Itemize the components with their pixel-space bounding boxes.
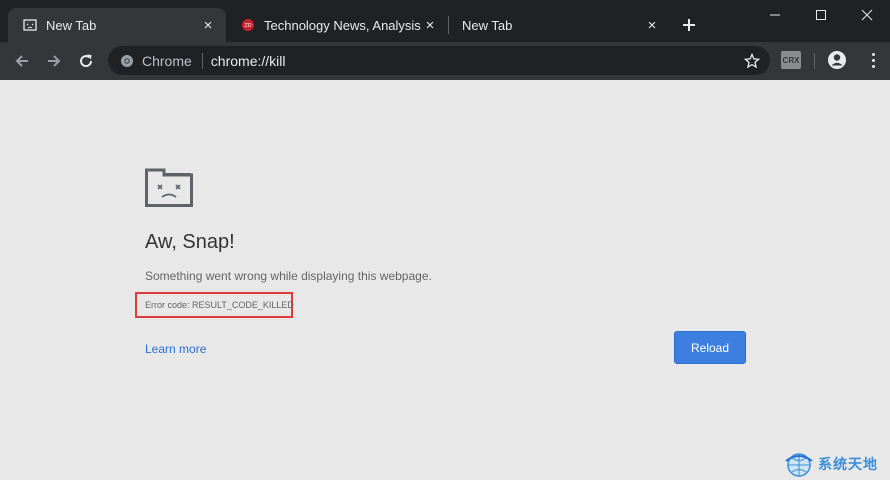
tab-title: New Tab [46,17,97,33]
reload-icon [80,54,93,68]
minimize-icon [770,14,780,16]
browser-toolbar: Chrome chrome://kill CRX [0,42,890,80]
reload-page-button[interactable] [73,48,99,74]
maximize-button[interactable] [798,0,844,30]
error-code: Error code: RESULT_CODE_KILLED [145,300,294,310]
forward-arrow-icon [48,55,61,67]
close-icon [861,9,873,21]
omnibox-divider [201,52,203,69]
sad-tab-page: Aw, Snap! Something went wrong while dis… [0,80,890,480]
omnibox[interactable]: Chrome chrome://kill [108,46,770,75]
globe-logo-icon [785,453,813,477]
bookmark-star-button[interactable] [742,51,762,71]
watermark-text: 系统天地 [818,456,878,472]
tab-close-icon[interactable]: × [422,17,438,34]
tab-close-icon[interactable]: × [644,17,660,34]
tab-title: Technology News, Analysis, C [264,17,422,33]
tab-new-tab-active[interactable]: New Tab × [8,8,226,42]
url-text[interactable]: chrome://kill [211,53,742,69]
plus-icon [683,19,695,31]
tab-technology-news[interactable]: ZD Technology News, Analysis, C × [226,8,448,42]
tab-strip: New Tab × ZD Technology News, Analysis, … [0,0,890,42]
tab-close-icon[interactable]: × [200,17,216,34]
learn-more-link[interactable]: Learn more [145,342,206,356]
error-message: Something went wrong while displaying th… [145,269,432,283]
maximize-icon [816,10,826,20]
tab-title: New Tab [462,17,513,33]
watermark: 系统天地 [784,448,890,480]
new-tab-button[interactable] [678,14,700,36]
kebab-menu-icon[interactable] [862,49,884,71]
site-favicon: ZD [240,17,256,33]
chrome-page-icon [119,53,135,69]
sad-page-icon [22,17,38,33]
profile-icon [828,51,846,69]
tab-new-tab[interactable]: New Tab × [448,8,670,42]
back-button[interactable] [9,48,35,74]
sad-folder-icon [145,168,193,207]
minimize-button[interactable] [752,0,798,30]
svg-text:ZD: ZD [244,23,251,29]
star-icon [744,52,760,68]
omnibox-chip-label: Chrome [142,52,192,69]
reload-button[interactable]: Reload [674,331,746,364]
profile-button[interactable] [826,49,848,71]
window-close-button[interactable] [844,0,890,30]
forward-button[interactable] [41,48,67,74]
back-arrow-icon [15,55,28,67]
toolbar-divider [814,53,815,69]
page-title: Aw, Snap! [145,231,235,253]
extension-icon[interactable]: CRX [781,51,801,69]
